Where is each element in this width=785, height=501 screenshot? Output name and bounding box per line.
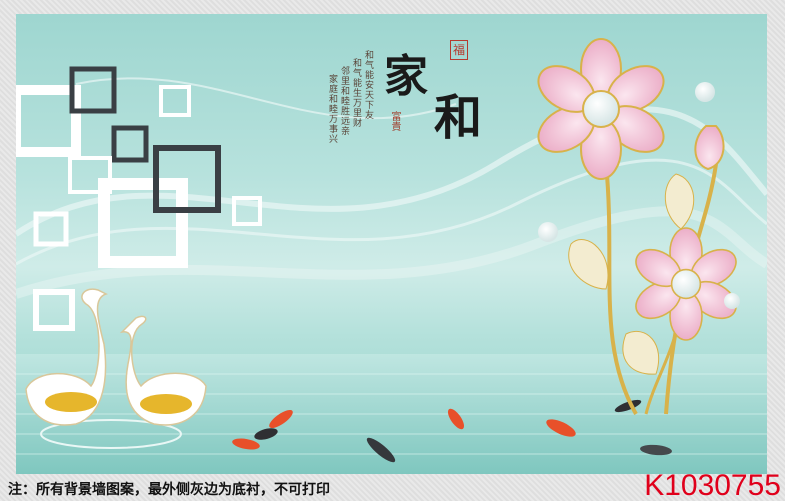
poem-line-1: 和气能安天下友	[363, 50, 373, 120]
seal-fugui: 富貴	[389, 111, 400, 131]
poem-line-2: 和气能生万里财	[351, 58, 361, 128]
poem-line-4: 家庭和睦万事兴	[327, 74, 337, 144]
product-code: K1030755	[644, 469, 781, 501]
footer-bar: 注：所有背景墙图案，最外侧灰边为底衬，不可打印 K1030755	[0, 469, 785, 501]
pearl	[695, 82, 715, 102]
mural-artwork: 家 和 福 富貴 和气能安天下友 和气能生万里财 邻里和睦胜远亲 家庭和睦万事兴	[16, 14, 767, 474]
calligraphy-block: 家 和 福 富貴 和气能安天下友 和气能生万里财 邻里和睦胜远亲 家庭和睦万事兴	[327, 40, 534, 180]
title-char-he: 和	[434, 90, 483, 146]
poem-line-3: 邻里和睦胜远亲	[339, 66, 349, 136]
title-char-jia: 家	[384, 51, 428, 102]
print-note: 注：所有背景墙图案，最外侧灰边为底衬，不可打印	[8, 482, 330, 498]
seal-fu: 福	[450, 40, 468, 60]
image-canvas: 家 和 福 富貴 和气能安天下友 和气能生万里财 邻里和睦胜远亲 家庭和睦万事兴…	[0, 0, 785, 501]
